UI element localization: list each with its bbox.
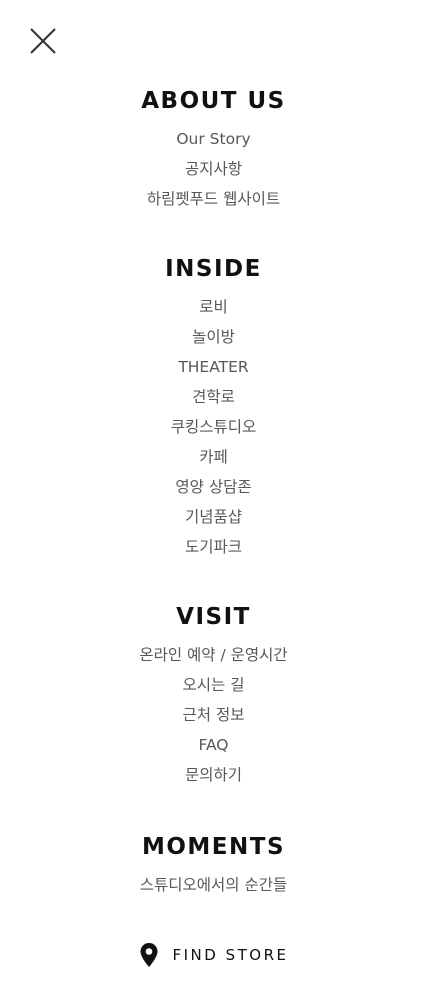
menu-item-our-story[interactable]: Our Story (0, 124, 427, 154)
menu-item-cooking-studio[interactable]: 쿠킹스튜디오 (0, 412, 427, 442)
section-title-visit[interactable]: VISIT (0, 602, 427, 632)
menu-item-notice[interactable]: 공지사항 (0, 154, 427, 184)
menu-item-tour-route[interactable]: 견학로 (0, 382, 427, 412)
section-about-us: ABOUT US Our Story 공지사항 하림펫푸드 웹사이트 (0, 86, 427, 214)
menu-item-nearby-info[interactable]: 근처 정보 (0, 700, 427, 730)
section-title-inside[interactable]: INSIDE (0, 254, 427, 284)
menu-item-nutrition-zone[interactable]: 영양 상담존 (0, 472, 427, 502)
close-button[interactable] (28, 27, 58, 57)
menu-item-contact[interactable]: 문의하기 (0, 760, 427, 790)
find-store-label: FIND STORE (172, 946, 289, 964)
menu-item-reservation-hours[interactable]: 온라인 예약 / 운영시간 (0, 640, 427, 670)
menu-item-faq[interactable]: FAQ (0, 730, 427, 760)
menu-item-doggy-park[interactable]: 도기파크 (0, 532, 427, 562)
menu-item-studio-moments[interactable]: 스튜디오에서의 순간들 (0, 870, 427, 900)
menu-item-playroom[interactable]: 놀이방 (0, 322, 427, 352)
section-title-about-us[interactable]: ABOUT US (0, 86, 427, 116)
location-pin-icon (140, 943, 157, 967)
section-moments: MOMENTS 스튜디오에서의 순간들 (0, 832, 427, 900)
section-title-moments[interactable]: MOMENTS (0, 832, 427, 862)
menu-item-lobby[interactable]: 로비 (0, 292, 427, 322)
find-store-button[interactable]: FIND STORE (0, 940, 427, 970)
close-icon (30, 28, 56, 54)
menu-item-theater[interactable]: THEATER (0, 352, 427, 382)
section-inside: INSIDE 로비 놀이방 THEATER 견학로 쿠킹스튜디오 카페 영양 상… (0, 254, 427, 562)
main-menu: ABOUT US Our Story 공지사항 하림펫푸드 웹사이트 INSID… (0, 86, 427, 900)
menu-item-cafe[interactable]: 카페 (0, 442, 427, 472)
menu-item-gift-shop[interactable]: 기념품샵 (0, 502, 427, 532)
menu-item-directions[interactable]: 오시는 길 (0, 670, 427, 700)
menu-item-harim-petfood-website[interactable]: 하림펫푸드 웹사이트 (0, 184, 427, 214)
section-visit: VISIT 온라인 예약 / 운영시간 오시는 길 근처 정보 FAQ 문의하기 (0, 602, 427, 790)
